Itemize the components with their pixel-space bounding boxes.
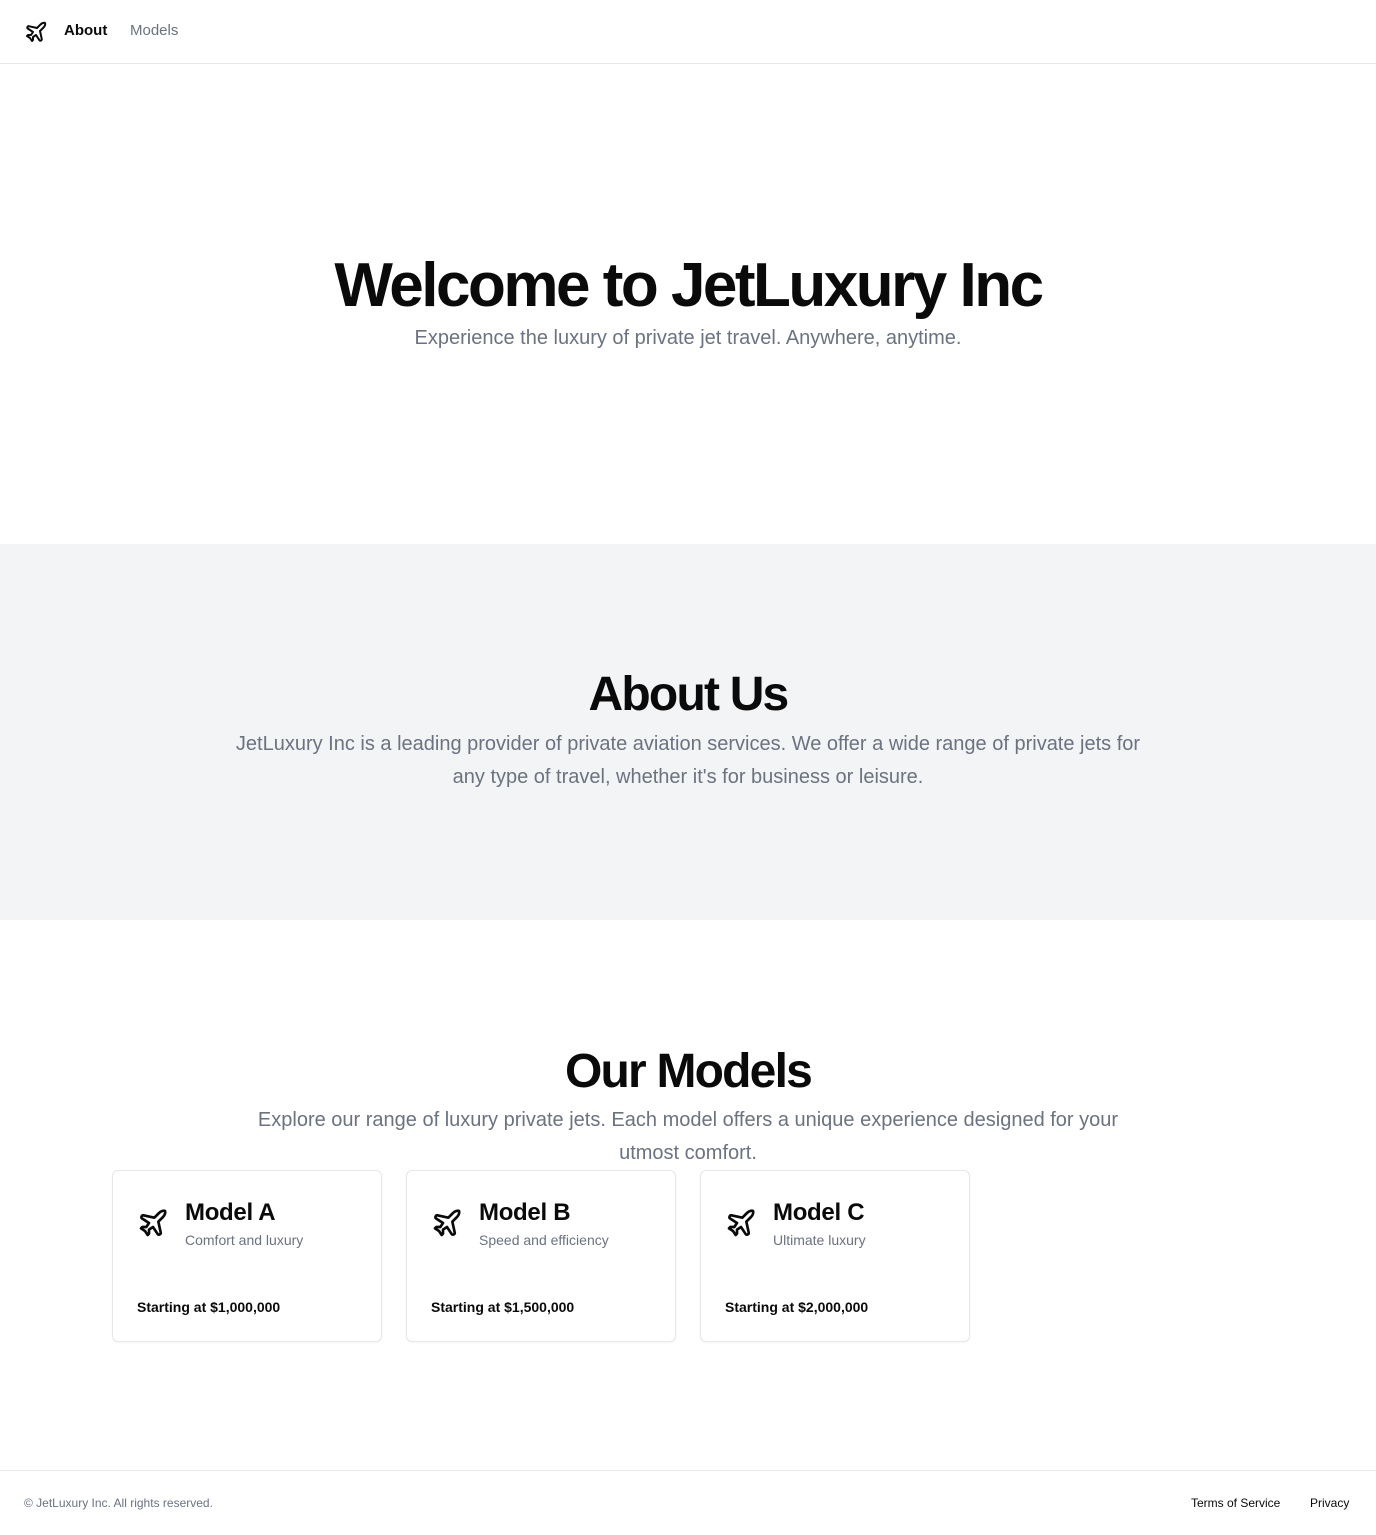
about-section: About Us JetLuxury Inc is a leading prov… [0, 544, 1376, 920]
plane-icon[interactable] [24, 20, 48, 44]
model-name: Model C [773, 1199, 865, 1226]
hero-subtitle: Experience the luxury of private jet tra… [414, 327, 962, 349]
models-text: Explore our range of luxury private jets… [257, 1109, 1119, 1164]
plane-icon [137, 1207, 169, 1239]
plane-icon [431, 1207, 463, 1239]
model-price: Starting at $1,000,000 [137, 1299, 281, 1315]
model-card-c[interactable]: Model C Ultimate luxury Starting at $2,0… [700, 1170, 970, 1342]
plane-icon [725, 1207, 757, 1239]
model-description: Comfort and luxury [185, 1232, 304, 1248]
model-name: Model A [185, 1199, 276, 1226]
copyright-text: © JetLuxury Inc. All rights reserved. [24, 1496, 213, 1510]
nav-link-about[interactable]: About [64, 22, 107, 39]
about-title: About Us [588, 668, 790, 721]
model-name: Model B [479, 1199, 571, 1226]
hero-title: Welcome to JetLuxury Inc [334, 251, 1044, 320]
model-description: Ultimate luxury [773, 1232, 866, 1248]
models-title: Our Models [564, 1045, 813, 1098]
site-header: About Models [0, 0, 1376, 64]
model-description: Speed and efficiency [479, 1232, 609, 1248]
footer-link-terms[interactable]: Terms of Service [1191, 1495, 1280, 1511]
about-text: JetLuxury Inc is a leading provider of p… [235, 733, 1141, 788]
model-price: Starting at $2,000,000 [725, 1299, 869, 1315]
nav-link-models[interactable]: Models [130, 22, 178, 39]
model-price: Starting at $1,500,000 [431, 1299, 575, 1315]
model-card-a[interactable]: Model A Comfort and luxury Starting at $… [112, 1170, 382, 1342]
site-footer: © JetLuxury Inc. All rights reserved. Te… [0, 1470, 1376, 1535]
page: About Models Welcome to JetLuxury Inc Ex… [0, 0, 1376, 1535]
model-card-b[interactable]: Model B Speed and efficiency Starting at… [406, 1170, 676, 1342]
footer-link-privacy[interactable]: Privacy [1310, 1495, 1349, 1511]
